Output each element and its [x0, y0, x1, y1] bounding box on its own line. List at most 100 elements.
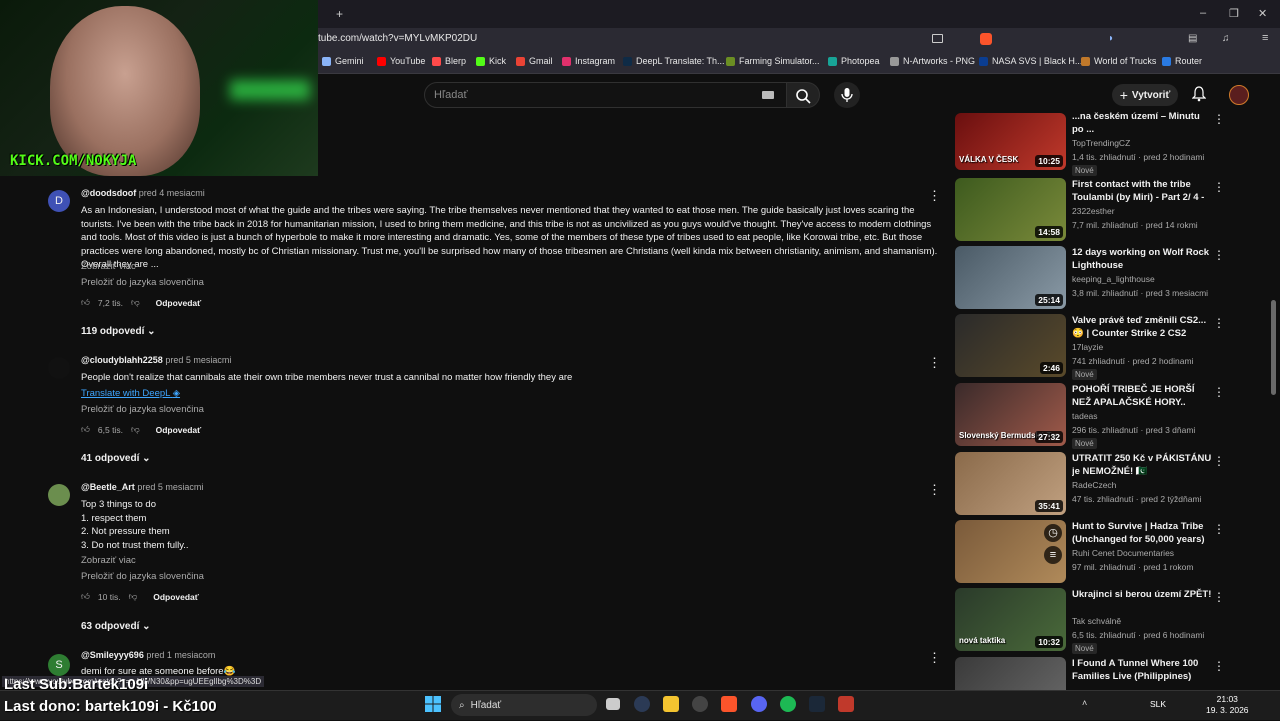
- file-explorer-icon[interactable]: [663, 696, 679, 712]
- bookmark-item[interactable]: Blerp: [432, 56, 466, 66]
- channel-name[interactable]: 2322esther: [1072, 206, 1115, 216]
- bookmark-item[interactable]: Router: [1162, 56, 1202, 66]
- taskbar-search[interactable]: ⌕ Hľadať: [451, 694, 597, 716]
- channel-name[interactable]: keeping_a_lighthouse: [1072, 274, 1155, 284]
- comment-menu-icon[interactable]: ⋮: [928, 188, 941, 204]
- task-view-icon[interactable]: [606, 698, 620, 710]
- video-menu-icon[interactable]: ⋮: [1213, 248, 1225, 262]
- bookmark-item[interactable]: Gmail: [516, 56, 553, 66]
- dislike-icon[interactable]: 👎︎: [129, 591, 138, 602]
- video-title[interactable]: Valve právě teď změnili CS2... 😳 | Count…: [1072, 314, 1212, 340]
- video-menu-icon[interactable]: ⋮: [1213, 316, 1225, 330]
- video-thumbnail[interactable]: VÁLKA V ČESK 10:25: [955, 113, 1066, 170]
- comment-avatar[interactable]: [48, 484, 70, 506]
- channel-name[interactable]: RadeCzech: [1072, 480, 1116, 490]
- video-title[interactable]: Ukrajinci si berou území ZPĚT!: [1072, 588, 1212, 601]
- spotify-icon[interactable]: [780, 696, 796, 712]
- video-thumbnail[interactable]: 35:41: [955, 452, 1066, 515]
- comment-author[interactable]: @Smileyyy696: [81, 650, 144, 660]
- video-title[interactable]: 12 days working on Wolf Rock Lighthouse: [1072, 246, 1212, 272]
- show-more-link[interactable]: Zobraziť viac: [81, 555, 136, 566]
- tray-chevron-icon[interactable]: ˄: [1082, 698, 1087, 708]
- video-thumbnail[interactable]: 14:58: [955, 178, 1066, 241]
- related-video[interactable]: ◷ ≡ Hunt to Survive | Hadza Tribe (Unchang…: [955, 520, 1225, 584]
- replies-toggle[interactable]: 63 odpovedí ⌄: [81, 621, 151, 632]
- reply-button[interactable]: Odpovedať: [156, 425, 202, 435]
- url-text[interactable]: tube.com/watch?v=MYLvMKP02DU: [318, 33, 477, 44]
- scrollbar[interactable]: [1271, 300, 1276, 395]
- bookmark-item[interactable]: N-Artworks - PNG: [890, 56, 975, 66]
- channel-name[interactable]: 17layzie: [1072, 342, 1103, 352]
- extension-icon[interactable]: ◗: [1108, 33, 1114, 44]
- minimize-button[interactable]: –: [1200, 7, 1206, 19]
- video-title[interactable]: POHOŘÍ TRIBEČ JE HORŠÍ NEŽ APALAČSKÉ HOR…: [1072, 383, 1212, 409]
- brave-icon[interactable]: [721, 696, 737, 712]
- clock[interactable]: 21:03 19. 3. 2026: [1206, 694, 1249, 716]
- comment-author[interactable]: @cloudyblahh2258: [81, 355, 163, 365]
- comment-avatar[interactable]: D: [48, 190, 70, 212]
- new-tab-button[interactable]: +: [336, 7, 343, 21]
- keyboard-icon[interactable]: [762, 91, 774, 99]
- comment-avatar[interactable]: [48, 357, 70, 379]
- video-menu-icon[interactable]: ⋮: [1213, 385, 1225, 399]
- add-to-queue-icon[interactable]: ≡: [1044, 546, 1062, 564]
- channel-name[interactable]: tadeas: [1072, 411, 1098, 421]
- bookmark-item[interactable]: DeepL Translate: Th...: [623, 56, 725, 66]
- video-menu-icon[interactable]: ⋮: [1213, 454, 1225, 468]
- bookmark-item[interactable]: Kick: [476, 56, 506, 66]
- channel-name[interactable]: Tak schválně: [1072, 616, 1121, 626]
- reply-button[interactable]: Odpovedať: [156, 298, 202, 308]
- related-video[interactable]: 25:14 12 days working on Wolf Rock Lighth…: [955, 246, 1225, 310]
- video-thumbnail[interactable]: 25:14: [955, 246, 1066, 309]
- obs-icon[interactable]: [838, 696, 854, 712]
- app-icon[interactable]: [634, 696, 650, 712]
- like-icon[interactable]: 👍︎: [81, 297, 90, 308]
- translate-link[interactable]: Preložiť do jazyka slovenčina: [81, 571, 204, 582]
- video-title[interactable]: Hunt to Survive | Hadza Tribe (Unchanged…: [1072, 520, 1212, 546]
- replies-toggle[interactable]: 119 odpovedí ⌄: [81, 326, 156, 337]
- comment-time[interactable]: pred 4 mesiacmi: [139, 188, 205, 198]
- video-thumbnail[interactable]: nová taktika 10:32: [955, 588, 1066, 651]
- like-icon[interactable]: 👍︎: [81, 424, 90, 435]
- close-window-button[interactable]: ✕: [1258, 7, 1267, 20]
- windows-start-icon[interactable]: [425, 696, 441, 712]
- related-video[interactable]: 35:41 UTRATIT 250 Kč v PÁKISTÁNU je NEMOŽ…: [955, 452, 1225, 516]
- replies-toggle[interactable]: 41 odpovedí ⌄: [81, 453, 151, 464]
- bookmark-item[interactable]: Gemini: [322, 56, 364, 66]
- video-menu-icon[interactable]: ⋮: [1213, 590, 1225, 604]
- video-title[interactable]: ...na českém území – Minutu po ...: [1072, 110, 1212, 136]
- related-video[interactable]: Slovenský Bermudský Tro 27:32 POHOŘÍ TRIBE…: [955, 383, 1225, 449]
- bookmark-item[interactable]: Farming Simulator...: [726, 56, 820, 66]
- video-thumbnail[interactable]: Slovenský Bermudský Tro 27:32: [955, 383, 1066, 446]
- search-button[interactable]: [786, 82, 820, 108]
- video-menu-icon[interactable]: ⋮: [1213, 659, 1225, 673]
- related-video[interactable]: VÁLKA V ČESK 10:25 ...na českém území – Mi…: [955, 110, 1225, 176]
- show-more-link[interactable]: Zobraziť viac: [81, 261, 136, 272]
- comment-avatar[interactable]: S: [48, 654, 70, 676]
- video-title[interactable]: First contact with the tribe Toulambi (b…: [1072, 178, 1212, 204]
- brave-shield-icon[interactable]: [980, 33, 992, 45]
- comment-menu-icon[interactable]: ⋮: [928, 482, 941, 498]
- video-menu-icon[interactable]: ⋮: [1213, 180, 1225, 194]
- comment-time[interactable]: pred 5 mesiacmi: [137, 482, 203, 492]
- like-icon[interactable]: 👍︎: [81, 591, 90, 602]
- steam-icon[interactable]: [809, 696, 825, 712]
- create-button[interactable]: + Vytvoriť: [1112, 84, 1178, 106]
- bookmark-item[interactable]: Instagram: [562, 56, 615, 66]
- related-video[interactable]: nová taktika 10:32 Ukrajinci si berou územ…: [955, 588, 1225, 654]
- maximize-button[interactable]: ❐: [1229, 7, 1239, 20]
- bell-icon[interactable]: [1191, 86, 1207, 105]
- trash-icon[interactable]: ▤: [1188, 33, 1197, 44]
- account-avatar[interactable]: [1229, 85, 1249, 105]
- bookmark-item[interactable]: Photopea: [828, 56, 880, 66]
- language-indicator[interactable]: SLK: [1150, 699, 1166, 709]
- video-menu-icon[interactable]: ⋮: [1213, 522, 1225, 536]
- translate-link[interactable]: Preložiť do jazyka slovenčina: [81, 404, 204, 415]
- voice-search-button[interactable]: [834, 82, 860, 108]
- bookmark-item[interactable]: YouTube: [377, 56, 425, 66]
- comment-menu-icon[interactable]: ⋮: [928, 650, 941, 666]
- comment-time[interactable]: pred 1 mesiacom: [146, 650, 215, 660]
- deepl-link[interactable]: Translate with DeepL ◈: [81, 388, 180, 399]
- music-icon[interactable]: ♫: [1222, 33, 1230, 44]
- bookmark-item[interactable]: World of Trucks: [1081, 56, 1156, 66]
